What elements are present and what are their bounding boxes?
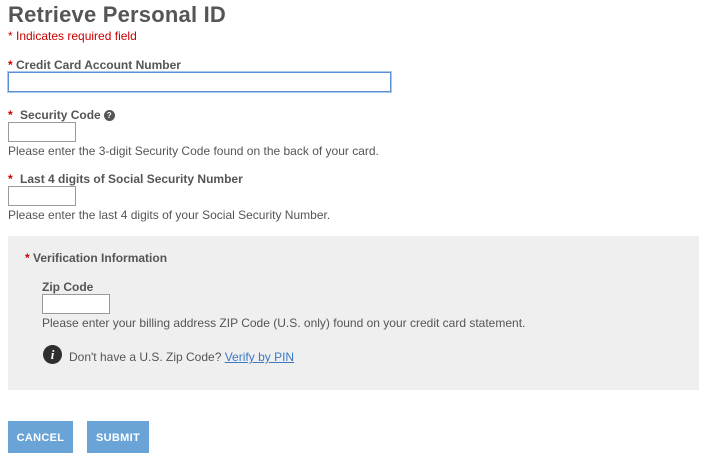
- cancel-button[interactable]: CANCEL: [8, 421, 73, 453]
- verification-heading-text: Verification Information: [33, 251, 168, 265]
- verify-by-pin-link[interactable]: Verify by PIN: [225, 350, 294, 364]
- security-code-label-text: Security Code: [20, 108, 101, 122]
- card-number-input[interactable]: [8, 72, 391, 92]
- page-title: Retrieve Personal ID: [8, 2, 226, 27]
- required-field-note: * Indicates required field: [8, 29, 137, 43]
- card-number-label: * Credit Card Account Number: [8, 58, 181, 72]
- verification-heading: * Verification Information: [25, 251, 167, 265]
- security-code-help: Please enter the 3-digit Security Code f…: [8, 144, 379, 158]
- required-marker: *: [8, 172, 13, 186]
- ssn-help: Please enter the last 4 digits of your S…: [8, 208, 331, 222]
- submit-button[interactable]: SUBMIT: [87, 421, 149, 453]
- zip-code-help: Please enter your billing address ZIP Co…: [42, 316, 526, 330]
- no-zip-note: Don't have a U.S. Zip Code? Verify by PI…: [69, 350, 294, 364]
- zip-code-label: Zip Code: [42, 280, 94, 294]
- required-marker: *: [8, 108, 13, 122]
- card-number-label-text: Credit Card Account Number: [16, 58, 181, 72]
- ssn-last4-input[interactable]: [8, 186, 76, 206]
- question-circle-icon[interactable]: ?: [103, 110, 115, 121]
- required-marker: *: [25, 251, 30, 265]
- ssn-label: * Last 4 digits of Social Security Numbe…: [8, 172, 243, 186]
- security-code-input[interactable]: [8, 122, 76, 142]
- zip-code-input[interactable]: [42, 294, 110, 314]
- info-icon: i: [43, 345, 62, 364]
- required-marker: *: [8, 58, 13, 72]
- ssn-label-text: Last 4 digits of Social Security Number: [20, 172, 243, 186]
- no-zip-text: Don't have a U.S. Zip Code?: [69, 350, 222, 364]
- security-code-label: * Security Code?: [8, 108, 115, 122]
